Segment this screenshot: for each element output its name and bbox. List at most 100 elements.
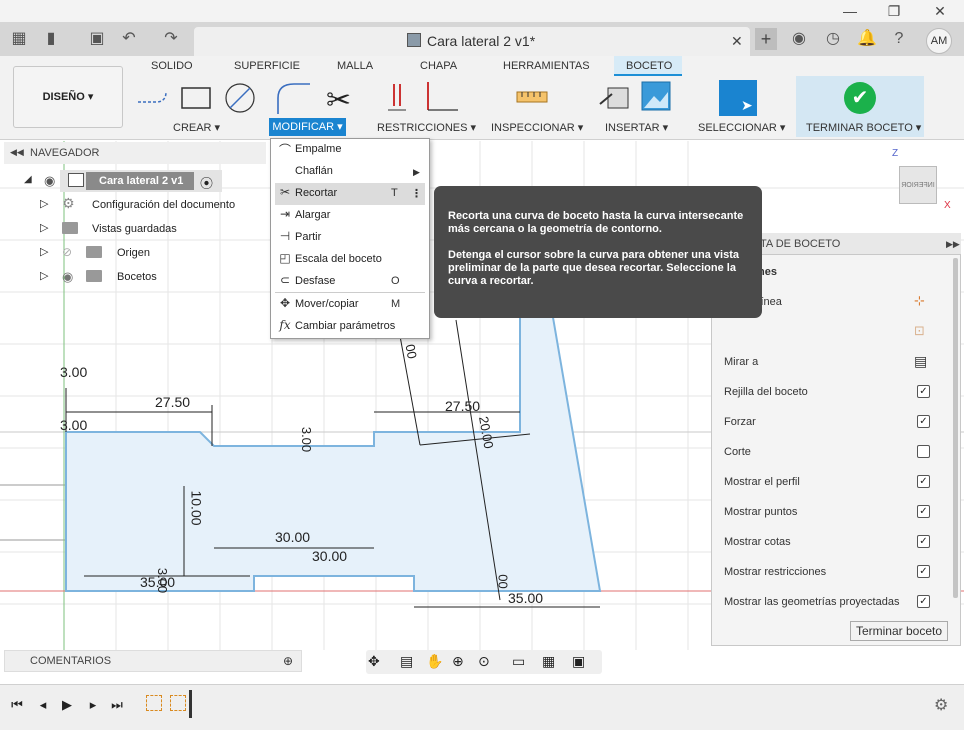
display-settings-icon[interactable]: ▭: [512, 653, 525, 670]
constraint-tools[interactable]: [388, 82, 464, 114]
grid-settings-icon[interactable]: ▦: [542, 653, 555, 670]
dimension-label[interactable]: 3.00: [155, 568, 170, 593]
dimension-label[interactable]: 10.00: [189, 490, 205, 525]
slice-checkbox[interactable]: [917, 445, 930, 458]
tab-chapa[interactable]: CHAPA: [420, 60, 457, 72]
menu-item-mover[interactable]: ✥ Mover/copiar M: [271, 294, 429, 316]
timeline-sketch-item[interactable]: [146, 695, 162, 711]
navigator-root-label[interactable]: Cara lateral 2 v1: [99, 175, 183, 187]
inspeccionar-menu[interactable]: INSPECCIONAR ▾: [491, 121, 583, 134]
navigator-item-label[interactable]: Vistas guardadas: [92, 223, 177, 235]
snap-checkbox[interactable]: ✓: [917, 415, 930, 428]
menu-item-chaflan[interactable]: Chaflán ▶: [271, 161, 429, 183]
close-tab-icon[interactable]: ✕: [731, 33, 743, 50]
insert-tools[interactable]: [598, 80, 674, 114]
minimize-button[interactable]: —: [840, 2, 860, 20]
show-projected-checkbox[interactable]: ✓: [917, 595, 930, 608]
sketch-grid-checkbox[interactable]: ✓: [917, 385, 930, 398]
previous-step-icon[interactable]: ◂: [34, 696, 52, 714]
avatar[interactable]: AM: [926, 28, 952, 54]
check-icon[interactable]: ✔: [844, 82, 876, 114]
dimension-label[interactable]: 30.00: [312, 548, 347, 564]
menu-item-alargar[interactable]: ⇥ Alargar: [271, 205, 429, 227]
jobs-icon[interactable]: ◷: [822, 28, 844, 50]
dimension-label[interactable]: 35.00: [508, 590, 543, 606]
new-tab-button[interactable]: +: [755, 28, 777, 50]
insertar-menu[interactable]: INSERTAR ▾: [605, 121, 668, 134]
viewports-icon[interactable]: ▣: [572, 653, 585, 670]
grid-icon[interactable]: ▦: [8, 28, 30, 50]
collapse-navigator-icon[interactable]: ◀◀: [10, 147, 24, 158]
extensions-icon[interactable]: ◉: [788, 28, 810, 50]
look-at-icon[interactable]: ▤: [400, 653, 413, 670]
close-window-button[interactable]: ✕: [930, 2, 950, 20]
dimension-label[interactable]: 3.00: [299, 427, 314, 452]
viewcube[interactable]: INFERIOR: [899, 166, 937, 204]
modify-tools[interactable]: ✂: [276, 80, 356, 116]
crear-menu[interactable]: CREAR ▾: [173, 121, 220, 134]
play-icon[interactable]: ▶: [58, 696, 76, 714]
measure-icon[interactable]: [516, 88, 548, 106]
pan-icon[interactable]: ✋: [426, 653, 443, 670]
show-profile-checkbox[interactable]: ✓: [917, 475, 930, 488]
eye-icon[interactable]: ◉: [44, 173, 55, 189]
tab-boceto[interactable]: BOCETO: [626, 60, 672, 72]
save-icon[interactable]: ▣: [86, 28, 108, 50]
show-dimensions-checkbox[interactable]: ✓: [917, 535, 930, 548]
gear-icon[interactable]: ⚙: [934, 695, 948, 715]
menu-item-partir[interactable]: ⊣ Partir: [271, 227, 429, 249]
seleccionar-menu[interactable]: SELECCIONAR ▾: [698, 121, 785, 134]
expand-arrow-icon[interactable]: ▷: [40, 197, 48, 210]
hidden-eye-icon[interactable]: ⊘: [62, 245, 72, 259]
terminar-boceto-menu[interactable]: TERMINAR BOCETO ▾: [806, 121, 921, 134]
show-points-checkbox[interactable]: ✓: [917, 505, 930, 518]
look-at-icon[interactable]: ▤: [914, 353, 927, 370]
eye-icon[interactable]: ◉: [62, 269, 73, 285]
restricciones-menu[interactable]: RESTRICCIONES ▾: [377, 121, 476, 134]
create-tools[interactable]: [136, 82, 260, 114]
expand-arrow-icon[interactable]: ▷: [40, 245, 48, 258]
undo-icon[interactable]: ↶: [118, 28, 140, 50]
timeline-sketch-item[interactable]: [170, 695, 186, 711]
more-options-icon[interactable]: ⋮: [411, 187, 422, 200]
add-comment-icon[interactable]: ⊕: [283, 654, 293, 668]
tab-malla[interactable]: MALLA: [337, 60, 373, 72]
dimension-label[interactable]: 30.00: [275, 529, 310, 545]
dimension-label[interactable]: 27.50: [445, 398, 480, 414]
menu-item-parametros[interactable]: fx Cambiar parámetros: [271, 316, 429, 338]
file-icon[interactable]: ▮: [40, 28, 62, 50]
palette-scrollbar[interactable]: [953, 258, 958, 598]
menu-item-escala[interactable]: ◰ Escala del boceto: [271, 249, 429, 271]
finish-sketch-button[interactable]: Terminar boceto: [850, 621, 948, 641]
navigator-item-label[interactable]: Configuración del documento: [92, 199, 235, 211]
tab-superficie[interactable]: SUPERFICIE: [234, 60, 300, 72]
tab-herramientas[interactable]: HERRAMIENTAS: [503, 60, 590, 72]
orbit-icon[interactable]: ✥: [368, 653, 380, 670]
modificar-menu[interactable]: MODIFICAR ▾: [269, 118, 346, 136]
last-step-icon[interactable]: ⏭: [108, 696, 126, 714]
zoom-window-icon[interactable]: ⊙: [478, 653, 490, 670]
show-constraints-checkbox[interactable]: ✓: [917, 565, 930, 578]
zoom-icon[interactable]: ⊕: [452, 653, 464, 670]
expand-arrow-icon[interactable]: ▷: [40, 221, 48, 234]
navigator-item-label[interactable]: Origen: [117, 247, 150, 259]
tab-solido[interactable]: SOLIDO: [151, 60, 193, 72]
next-step-icon[interactable]: ▸: [84, 696, 102, 714]
expand-palette-icon[interactable]: ▶▶: [946, 239, 960, 250]
notifications-icon[interactable]: 🔔: [856, 28, 878, 50]
activate-radio-icon[interactable]: ⦿: [200, 173, 213, 192]
timeline-marker[interactable]: [189, 690, 192, 718]
menu-item-desfase[interactable]: ⊂ Desfase O: [271, 271, 429, 293]
menu-item-empalme[interactable]: ⌒ Empalme: [271, 139, 429, 161]
menu-item-recortar[interactable]: ✂ Recortar T ⋮: [275, 183, 425, 205]
dimension-label[interactable]: 27.50: [155, 394, 190, 410]
first-step-icon[interactable]: ⏮: [8, 696, 26, 714]
dimension-label[interactable]: 00: [403, 343, 420, 360]
navigator-item-label[interactable]: Bocetos: [117, 271, 157, 283]
expand-arrow-icon[interactable]: ▷: [40, 269, 48, 282]
help-icon[interactable]: ?: [888, 28, 910, 50]
construction-icon[interactable]: ⊹: [914, 293, 925, 309]
collapse-arrow-icon[interactable]: ◢: [24, 174, 32, 185]
dimension-label[interactable]: 3.00: [60, 364, 87, 380]
maximize-button[interactable]: ❐: [884, 2, 904, 20]
